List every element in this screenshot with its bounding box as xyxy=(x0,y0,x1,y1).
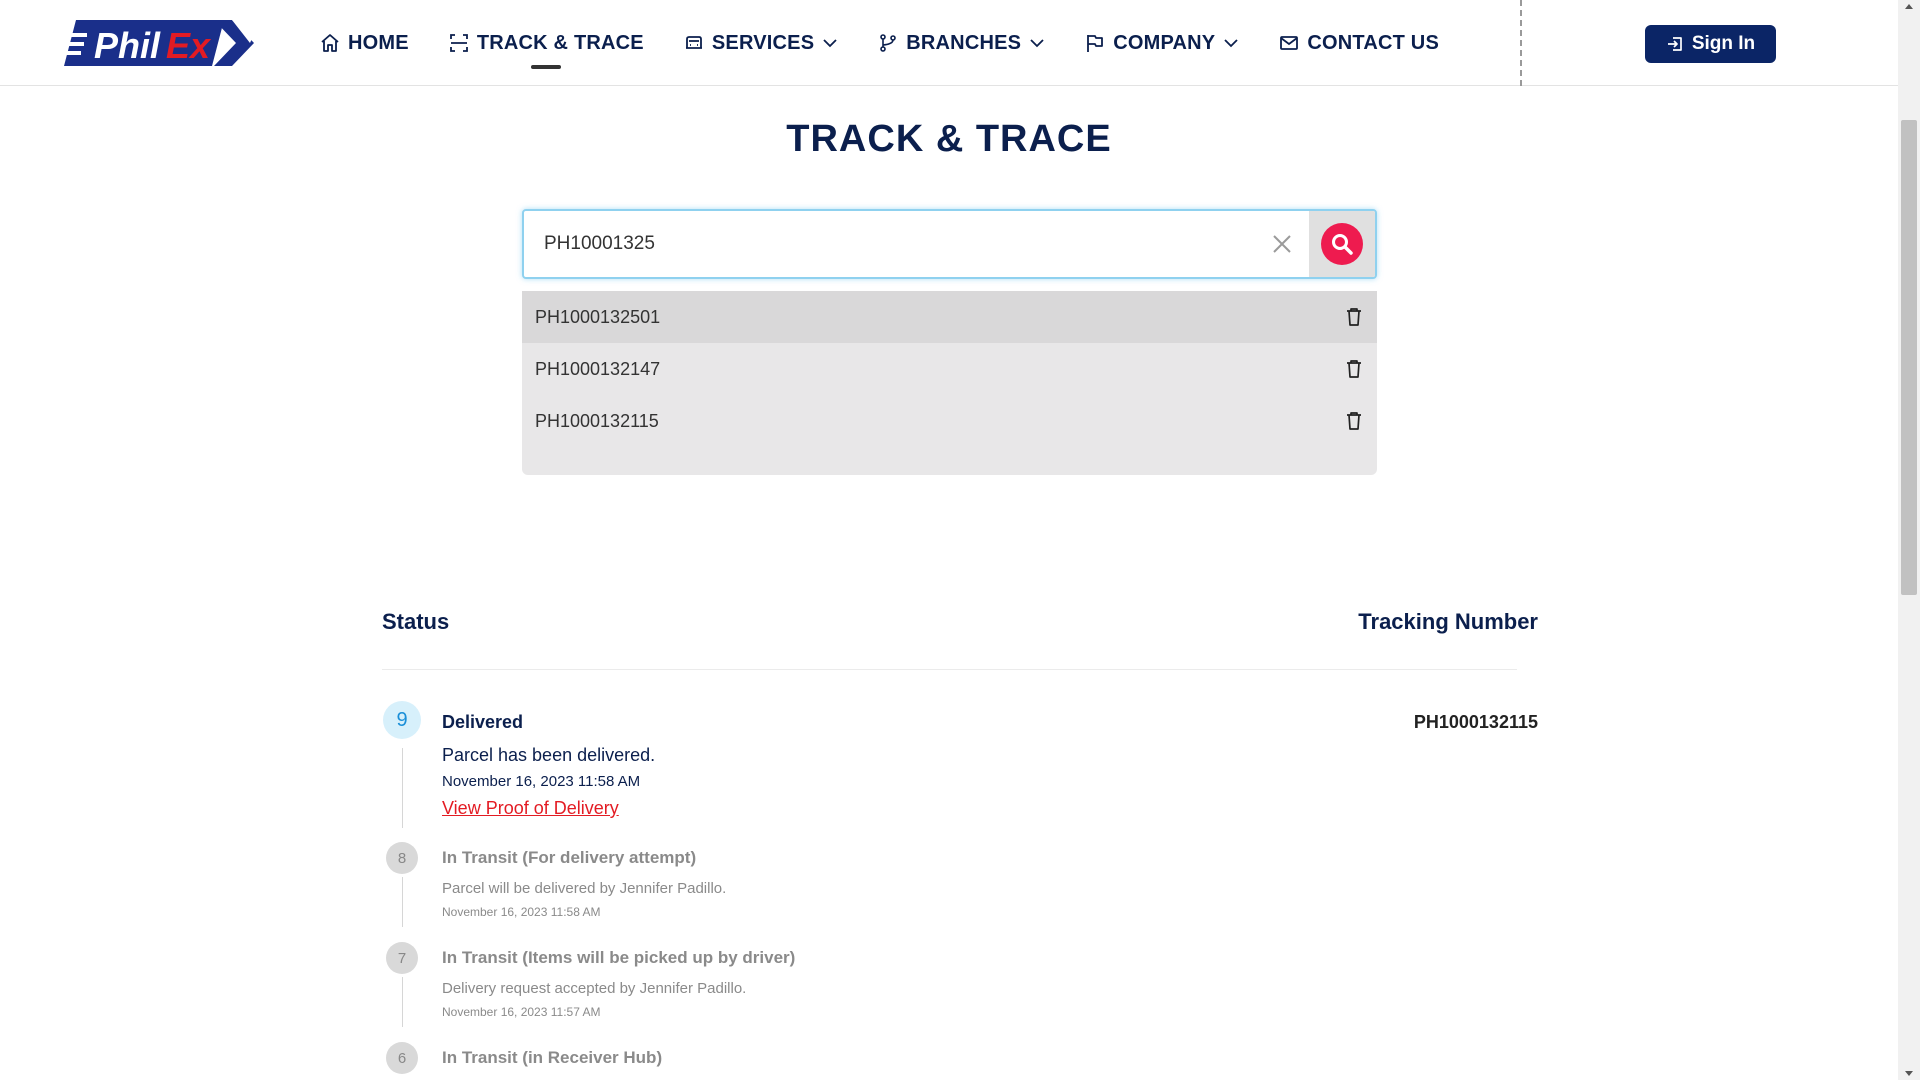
nav-home-label: HOME xyxy=(348,31,409,54)
scroll-thumb[interactable] xyxy=(1901,120,1917,595)
home-icon xyxy=(321,34,339,52)
flag-icon xyxy=(1087,35,1104,52)
history-item[interactable]: PH1000132501 xyxy=(522,291,1377,343)
event-date: November 16, 2023 11:58 AM xyxy=(442,905,601,919)
svg-text:Phil: Phil xyxy=(94,25,161,66)
timeline-step-badge: 9 xyxy=(383,701,421,739)
search-icon xyxy=(1332,234,1353,255)
trash-icon[interactable] xyxy=(1345,411,1363,431)
site-header: Phil Ex HOME TRACK & TRACE SERVICES BRAN… xyxy=(0,0,1898,86)
view-proof-of-delivery-link[interactable]: View Proof of Delivery xyxy=(442,798,619,819)
timeline-connector xyxy=(402,748,403,828)
history-item-label: PH1000132501 xyxy=(535,306,661,327)
chevron-down-icon xyxy=(1030,39,1044,48)
status-column-header: Status xyxy=(382,609,450,634)
nav-track-trace[interactable]: TRACK & TRACE xyxy=(449,0,644,86)
search-button[interactable] xyxy=(1309,211,1375,277)
page-title: TRACK & TRACE xyxy=(786,118,1112,160)
timeline-connector xyxy=(402,977,403,1027)
tracking-search-box xyxy=(522,209,1377,279)
nav-home[interactable]: HOME xyxy=(320,0,409,86)
nav-branches[interactable]: BRANCHES xyxy=(878,0,1045,86)
trash-icon[interactable] xyxy=(1345,359,1363,379)
event-description: Delivery request accepted by Jennifer Pa… xyxy=(442,980,747,997)
event-description: Parcel will be delivered by Jennifer Pad… xyxy=(442,880,727,897)
sign-in-label: Sign In xyxy=(1691,33,1756,54)
nav-services[interactable]: SERVICES xyxy=(684,0,838,86)
sign-in-button[interactable]: Sign In xyxy=(1645,25,1776,63)
mail-icon xyxy=(1280,36,1299,50)
main-nav: HOME TRACK & TRACE SERVICES BRANCHES COM… xyxy=(320,0,1479,86)
event-title: In Transit (Items will be picked up by d… xyxy=(442,948,796,967)
scroll-down-arrow-icon[interactable] xyxy=(1905,1071,1913,1076)
branch-icon xyxy=(880,34,897,52)
sign-in-icon xyxy=(1667,37,1682,51)
nav-track-trace-label: TRACK & TRACE xyxy=(476,31,644,54)
chevron-down-icon xyxy=(1224,39,1238,48)
chevron-down-icon xyxy=(823,39,837,48)
timeline-step-badge: 6 xyxy=(386,1042,418,1074)
scan-icon xyxy=(449,34,468,52)
event-description: Parcel has been delivered. xyxy=(442,745,656,765)
svg-text:Ex: Ex xyxy=(166,25,212,66)
philex-logo[interactable]: Phil Ex xyxy=(64,18,254,68)
page-scrollbar[interactable] xyxy=(1898,0,1920,1080)
header-divider xyxy=(1520,0,1522,86)
nav-company[interactable]: COMPANY xyxy=(1085,0,1239,86)
event-date: November 16, 2023 11:58 AM xyxy=(442,773,641,790)
event-title: Delivered xyxy=(442,712,524,732)
nav-contact-us-label: CONTACT US xyxy=(1307,31,1439,54)
tracking-number-value: PH1000132115 xyxy=(1413,712,1538,732)
history-item[interactable]: PH1000132147 xyxy=(522,343,1377,395)
timeline-step-badge: 8 xyxy=(386,842,418,874)
results-divider xyxy=(382,669,1517,670)
history-item[interactable]: PH1000132115 xyxy=(522,395,1377,447)
event-date: November 16, 2023 11:57 AM xyxy=(442,1005,601,1019)
history-item-label: PH1000132147 xyxy=(535,358,661,379)
history-item-label: PH1000132115 xyxy=(535,410,659,431)
nav-services-label: SERVICES xyxy=(711,31,815,54)
nav-company-label: COMPANY xyxy=(1113,31,1216,54)
tracking-search-input[interactable] xyxy=(524,211,1309,277)
search-history-dropdown: PH1000132501 PH1000132147 PH1000132115 xyxy=(522,291,1377,475)
event-title: In Transit (in Receiver Hub) xyxy=(442,1048,663,1067)
search-button-circle xyxy=(1321,223,1363,265)
scroll-up-arrow-icon[interactable] xyxy=(1905,4,1913,9)
timeline-step-badge: 7 xyxy=(386,942,418,974)
trash-icon[interactable] xyxy=(1345,307,1363,327)
nav-branches-label: BRANCHES xyxy=(906,31,1022,54)
clear-search-icon[interactable] xyxy=(1269,231,1295,257)
truck-icon xyxy=(685,36,702,49)
tracking-number-column-header: Tracking Number xyxy=(1358,609,1538,634)
timeline-connector xyxy=(402,877,403,927)
nav-contact-us[interactable]: CONTACT US xyxy=(1279,0,1439,86)
event-title: In Transit (For delivery attempt) xyxy=(442,848,697,867)
